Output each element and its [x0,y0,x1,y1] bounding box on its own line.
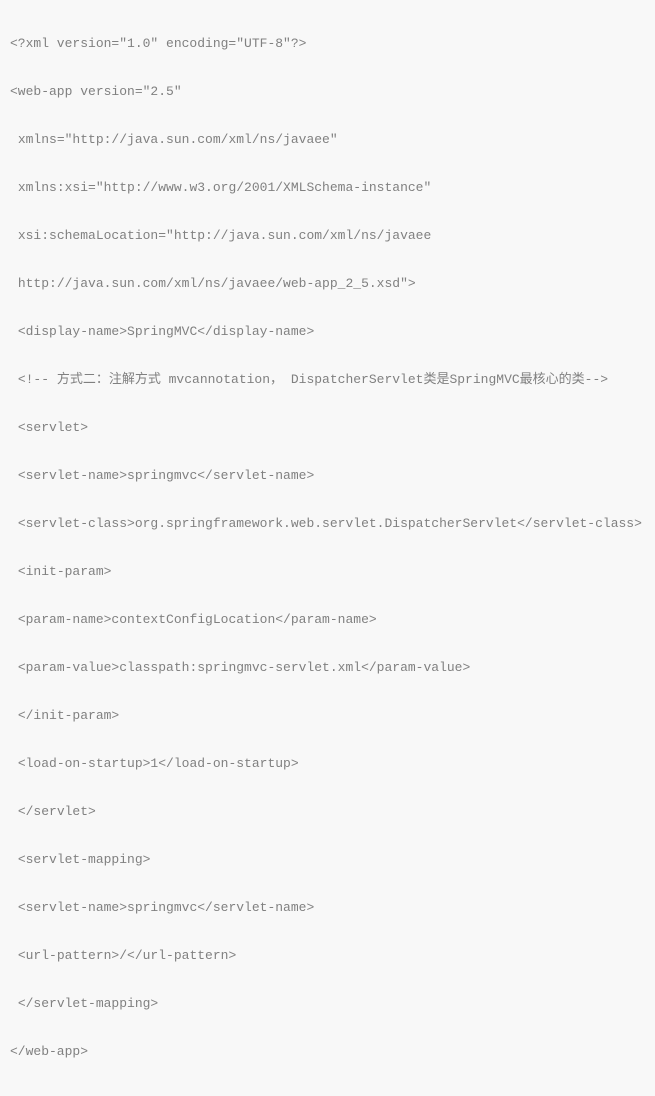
code-line: <servlet-name>springmvc</servlet-name> [10,464,645,488]
code-line: http://java.sun.com/xml/ns/javaee/web-ap… [10,272,645,296]
code-line: <display-name>SpringMVC</display-name> [10,320,645,344]
code-line: xmlns="http://java.sun.com/xml/ns/javaee… [10,128,645,152]
code-line: <servlet-mapping> [10,848,645,872]
code-line: </servlet-mapping> [10,992,645,1016]
code-line: <web-app version="2.5" [10,80,645,104]
code-line: <!-- 方式二：注解方式 mvcannotation， DispatcherS… [10,368,645,392]
code-block: <?xml version="1.0" encoding="UTF-8"?> <… [0,0,655,1096]
code-line: </servlet> [10,800,645,824]
code-line: <param-value>classpath:springmvc-servlet… [10,656,645,680]
code-line: <param-name>contextConfigLocation</param… [10,608,645,632]
code-line: <init-param> [10,560,645,584]
code-line: <servlet> [10,416,645,440]
code-line: </web-app> [10,1040,645,1064]
code-line: </init-param> [10,704,645,728]
code-line: <servlet-name>springmvc</servlet-name> [10,896,645,920]
code-line: <load-on-startup>1</load-on-startup> [10,752,645,776]
code-line: xmlns:xsi="http://www.w3.org/2001/XMLSch… [10,176,645,200]
code-line: <servlet-class>org.springframework.web.s… [10,512,645,536]
code-line: xsi:schemaLocation="http://java.sun.com/… [10,224,645,248]
code-line: <url-pattern>/</url-pattern> [10,944,645,968]
code-line: <?xml version="1.0" encoding="UTF-8"?> [10,32,645,56]
